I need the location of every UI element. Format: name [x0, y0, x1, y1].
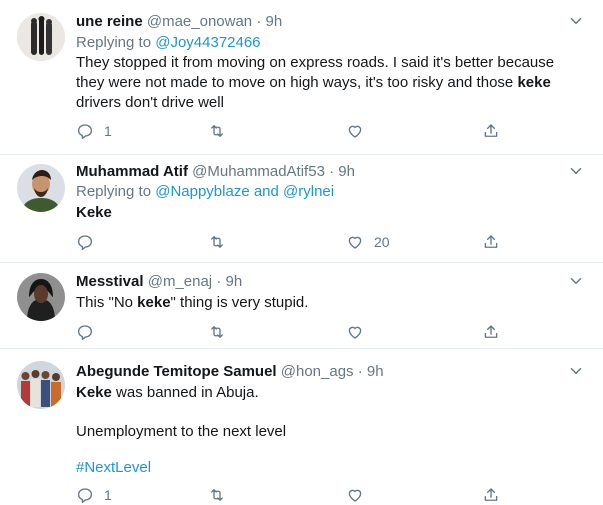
- like-icon: [346, 122, 364, 140]
- avatar[interactable]: [17, 13, 65, 61]
- like-icon: [346, 486, 364, 504]
- retweet-button[interactable]: [208, 322, 226, 342]
- tweet[interactable]: une reine @mae_onowan · 9h Replying to @…: [0, 0, 603, 155]
- like-count: 20: [374, 234, 390, 250]
- tweet-text: Keke: [76, 204, 112, 221]
- reply-icon: [76, 486, 94, 504]
- tweet-text-line: Unemployment to the next level: [76, 423, 287, 440]
- tweet-actions: [76, 322, 516, 342]
- like-button[interactable]: 20: [346, 232, 390, 252]
- tweet[interactable]: Messtival @m_enaj · 9h This "No keke" th…: [0, 263, 603, 349]
- share-button[interactable]: [482, 322, 500, 342]
- reply-icon: [76, 122, 94, 140]
- tweet[interactable]: Muhammad Atif @MuhammadAtif53 · 9h Reply…: [0, 155, 603, 263]
- retweet-icon: [208, 122, 226, 140]
- timestamp[interactable]: 9h: [266, 13, 283, 30]
- tweet-actions: 1: [76, 485, 516, 505]
- author-handle[interactable]: @hon_ags: [281, 363, 354, 380]
- reply-button[interactable]: [76, 232, 104, 252]
- avatar[interactable]: [17, 361, 65, 409]
- tweet-text: Keke was banned in Abuja.: [76, 384, 259, 401]
- replying-to-link[interactable]: @Nappyblaze and @rylnei: [155, 183, 334, 200]
- hashtag-link[interactable]: #NextLevel: [76, 458, 586, 478]
- share-icon: [482, 486, 500, 504]
- tweet[interactable]: Abegunde Temitope Samuel @hon_ags · 9h K…: [0, 349, 603, 504]
- tweet-header: une reine @mae_onowan · 9h: [76, 13, 283, 30]
- like-button[interactable]: [346, 322, 374, 342]
- chevron-down-icon[interactable]: [567, 12, 585, 30]
- tweet-actions: 20: [76, 232, 516, 252]
- share-button[interactable]: [482, 121, 500, 141]
- timestamp[interactable]: 9h: [367, 363, 384, 380]
- retweet-icon: [208, 323, 226, 341]
- author-handle[interactable]: @MuhammadAtif53: [192, 163, 325, 180]
- reply-icon: [76, 323, 94, 341]
- reply-count: 1: [104, 123, 112, 139]
- author-name[interactable]: Abegunde Temitope Samuel: [76, 363, 277, 380]
- share-icon: [482, 122, 500, 140]
- like-button[interactable]: [346, 121, 374, 141]
- reply-button[interactable]: [76, 322, 104, 342]
- like-button[interactable]: [346, 485, 374, 505]
- avatar[interactable]: [17, 164, 65, 212]
- share-button[interactable]: [482, 485, 500, 505]
- replying-to: Replying to @Nappyblaze and @rylnei: [76, 183, 335, 200]
- share-button[interactable]: [482, 232, 500, 252]
- tweet-header: Muhammad Atif @MuhammadAtif53 · 9h: [76, 163, 355, 180]
- reply-button[interactable]: 1: [76, 485, 112, 505]
- chevron-down-icon[interactable]: [567, 162, 585, 180]
- like-icon: [346, 323, 364, 341]
- chevron-down-icon[interactable]: [567, 272, 585, 290]
- chevron-down-icon[interactable]: [567, 362, 585, 380]
- author-handle[interactable]: @mae_onowan: [147, 13, 252, 30]
- reply-icon: [76, 233, 94, 251]
- tweet-actions: 1: [76, 121, 516, 141]
- tweet-header: Abegunde Temitope Samuel @hon_ags · 9h: [76, 363, 384, 380]
- tweet-text: They stopped it from moving on express r…: [76, 54, 555, 111]
- retweet-button[interactable]: [208, 232, 226, 252]
- retweet-button[interactable]: [208, 121, 226, 141]
- author-handle[interactable]: @m_enaj: [148, 273, 212, 290]
- like-icon: [346, 233, 364, 251]
- author-name[interactable]: Muhammad Atif: [76, 163, 188, 180]
- replying-to: Replying to @Joy44372466: [76, 34, 261, 51]
- timestamp[interactable]: 9h: [338, 163, 355, 180]
- reply-button[interactable]: 1: [76, 121, 112, 141]
- author-name[interactable]: Messtival: [76, 273, 144, 290]
- timestamp[interactable]: 9h: [226, 273, 243, 290]
- reply-count: 1: [104, 487, 112, 503]
- replying-to-link[interactable]: @Joy44372466: [155, 34, 260, 51]
- author-name[interactable]: une reine: [76, 13, 143, 30]
- retweet-button[interactable]: [208, 485, 226, 505]
- tweet-text: This "No keke" thing is very stupid.: [76, 294, 309, 311]
- share-icon: [482, 323, 500, 341]
- retweet-icon: [208, 233, 226, 251]
- avatar[interactable]: [17, 273, 65, 321]
- retweet-icon: [208, 486, 226, 504]
- share-icon: [482, 233, 500, 251]
- tweet-header: Messtival @m_enaj · 9h: [76, 273, 243, 290]
